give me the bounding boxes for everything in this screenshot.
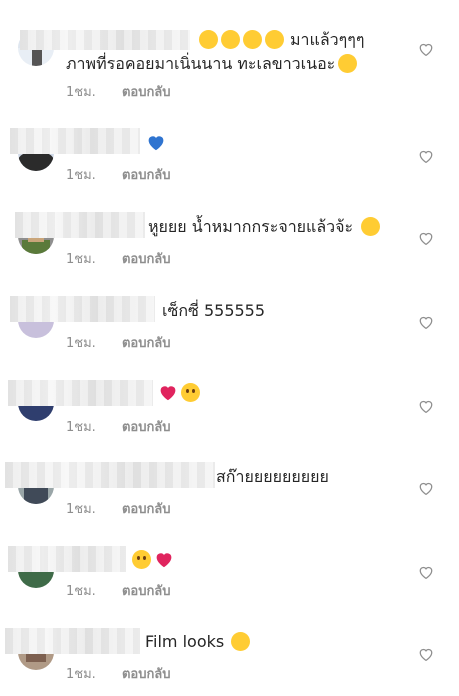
heart-like-icon[interactable] — [418, 231, 434, 245]
emoji-heart-eyes-icon — [132, 550, 151, 569]
comment-meta: 1ชม. ตอบกลับ — [66, 81, 171, 102]
comment-time: 1ชม. — [66, 420, 96, 435]
comment-text: เซ็กซี่ 555555 — [162, 299, 265, 323]
comment-time: 1ชม. — [66, 168, 96, 183]
blue-heart-icon — [148, 136, 164, 151]
comment-text-content: หูยยย น้ำหมากกระจายแล้วจ้ะ — [148, 217, 354, 236]
username-blurred[interactable] — [20, 30, 190, 50]
red-heart-icon — [156, 553, 172, 568]
heart-like-icon[interactable] — [418, 149, 434, 163]
comment-text — [129, 548, 174, 572]
comment-time: 1ชม. — [66, 336, 96, 351]
username-blurred[interactable] — [15, 212, 145, 238]
comment-meta: 1ชม. ตอบกลับ — [66, 332, 171, 353]
emoji-scream-icon — [265, 30, 284, 49]
emoji-heart-eyes-icon — [181, 383, 200, 402]
comment-text-content: Film looks — [145, 632, 225, 651]
username-blurred[interactable] — [5, 628, 140, 654]
reply-button[interactable]: ตอบกลับ — [122, 252, 171, 267]
red-heart-icon — [160, 386, 176, 401]
reply-button[interactable]: ตอบกลับ — [122, 584, 171, 599]
comment-text — [143, 131, 166, 155]
comment-time: 1ชม. — [66, 584, 96, 599]
comment-text-content: สก๊ายยยยยยยยย — [216, 467, 329, 486]
comment-meta: 1ชม. ตอบกลับ — [66, 416, 171, 437]
comment-time: 1ชม. — [66, 667, 96, 682]
reply-button[interactable]: ตอบกลับ — [122, 85, 171, 100]
username-blurred[interactable] — [10, 296, 155, 322]
comment-meta: 1ชม. ตอบกลับ — [66, 663, 171, 684]
username-blurred[interactable] — [5, 462, 215, 488]
reply-button[interactable]: ตอบกลับ — [122, 667, 171, 682]
comment-time: 1ชม. — [66, 85, 96, 100]
comment-text: สก๊ายยยยยยยยย — [216, 465, 329, 489]
heart-like-icon[interactable] — [418, 565, 434, 579]
reply-button[interactable]: ตอบกลับ — [122, 502, 171, 517]
reply-button[interactable]: ตอบกลับ — [122, 168, 171, 183]
comment-text: Film looks — [145, 630, 251, 654]
comment-text-content: เซ็กซี่ 555555 — [162, 301, 266, 320]
emoji-kiss-icon — [231, 632, 251, 651]
heart-like-icon[interactable] — [418, 481, 434, 495]
emoji-scream-icon — [243, 30, 262, 49]
comment-text: หูยยย น้ำหมากกระจายแล้วจ้ะ — [148, 215, 381, 239]
emoji-rofl-icon — [361, 217, 381, 236]
comment-meta: 1ชม. ตอบกลับ — [66, 164, 171, 185]
comment-meta: 1ชม. ตอบกลับ — [66, 498, 171, 519]
emoji-scream-icon — [199, 30, 218, 49]
username-blurred[interactable] — [8, 546, 126, 572]
comment-text: มาแล้วๆๆๆ — [196, 28, 364, 52]
emoji-tongue-icon — [338, 54, 358, 73]
comment-time: 1ชม. — [66, 502, 96, 517]
heart-like-icon[interactable] — [418, 315, 434, 329]
reply-button[interactable]: ตอบกลับ — [122, 336, 171, 351]
comment-text-content: ภาพที่รอคอยมาเนิ่นนาน ทะเลขาวเนอะ — [66, 54, 336, 73]
comment-meta: 1ชม. ตอบกลับ — [66, 248, 171, 269]
comment-time: 1ชม. — [66, 252, 96, 267]
comment-meta: 1ชม. ตอบกลับ — [66, 580, 171, 601]
username-blurred[interactable] — [10, 128, 140, 154]
heart-like-icon[interactable] — [418, 647, 434, 661]
username-blurred[interactable] — [8, 380, 153, 406]
heart-like-icon[interactable] — [418, 399, 434, 413]
comment-text-content: มาแล้วๆๆๆ — [290, 30, 365, 49]
emoji-scream-icon — [221, 30, 240, 49]
heart-like-icon[interactable] — [418, 42, 434, 56]
reply-button[interactable]: ตอบกลับ — [122, 420, 171, 435]
comment-text — [155, 381, 200, 405]
comment-text-line2: ภาพที่รอคอยมาเนิ่นนาน ทะเลขาวเนอะ — [66, 52, 358, 76]
